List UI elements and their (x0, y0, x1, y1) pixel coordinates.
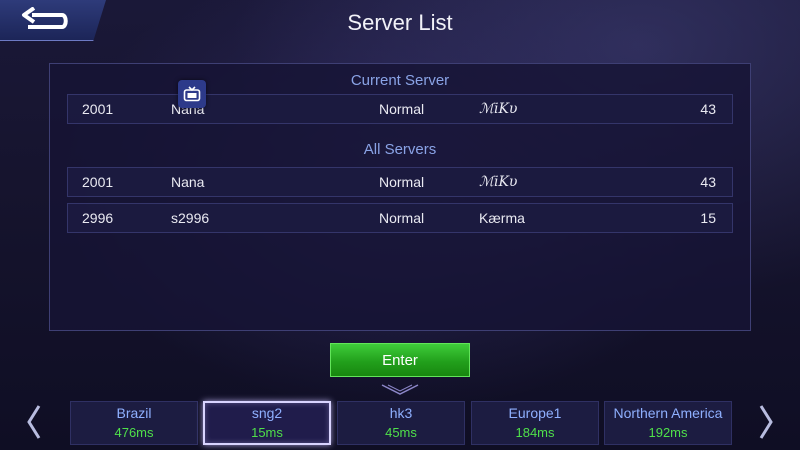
chevron-right-icon (759, 405, 773, 439)
server-row[interactable]: 2001 Nana Normal ℳiKυ 43 (67, 167, 733, 197)
current-server-row[interactable]: 2001 Nana Normal ℳiKυ 43 (67, 94, 733, 124)
server-status: Normal (379, 174, 425, 190)
region-name: Europe1 (508, 405, 562, 421)
server-list-screen: Server List Current Server 2001 Nana Nor… (0, 0, 800, 450)
server-name: s2996 (171, 210, 210, 226)
server-player-level: 15 (700, 210, 716, 226)
region-tab-europe1[interactable]: Europe1 184ms (471, 401, 599, 445)
region-ping: 15ms (251, 425, 283, 440)
server-id: 2001 (82, 174, 114, 190)
server-list-panel: Current Server 2001 Nana Normal ℳiKυ 43 … (49, 63, 751, 331)
server-player-level: 43 (700, 174, 716, 190)
region-tab-northern-america[interactable]: Northern America 192ms (604, 401, 732, 445)
server-name: Nana (171, 174, 205, 190)
region-tab-hk3[interactable]: hk3 45ms (337, 401, 465, 445)
page-title: Server List (347, 10, 453, 35)
tv-icon[interactable] (178, 80, 206, 108)
region-ping: 45ms (385, 425, 417, 440)
region-ping: 192ms (648, 425, 688, 440)
region-next-button[interactable] (756, 400, 776, 444)
server-status: Normal (379, 210, 425, 226)
server-player-name: ℳiKυ (479, 174, 518, 190)
enter-button[interactable]: Enter (330, 343, 470, 377)
region-name: hk3 (389, 405, 413, 421)
all-servers-title: All Servers (363, 141, 437, 158)
current-server-title: Current Server (350, 72, 450, 89)
server-id: 2996 (82, 210, 114, 226)
region-tab-brazil[interactable]: Brazil 476ms (70, 401, 198, 445)
chevron-left-icon (27, 405, 41, 439)
region-name: Northern America (613, 405, 723, 421)
server-player-name: Kærma (479, 210, 525, 226)
server-status: Normal (379, 101, 425, 117)
divider-ornament (381, 384, 419, 395)
region-ping: 184ms (515, 425, 555, 440)
server-row[interactable]: 2996 s2996 Normal Kærma 15 (67, 203, 733, 233)
region-prev-button[interactable] (24, 400, 44, 444)
server-player-name: ℳiKυ (479, 101, 518, 117)
region-ping: 476ms (114, 425, 154, 440)
region-name: Brazil (116, 405, 152, 421)
region-name: sng2 (251, 405, 283, 421)
server-id: 2001 (82, 101, 114, 117)
server-player-level: 43 (700, 101, 716, 117)
region-tab-sng2[interactable]: sng2 15ms (203, 401, 331, 445)
